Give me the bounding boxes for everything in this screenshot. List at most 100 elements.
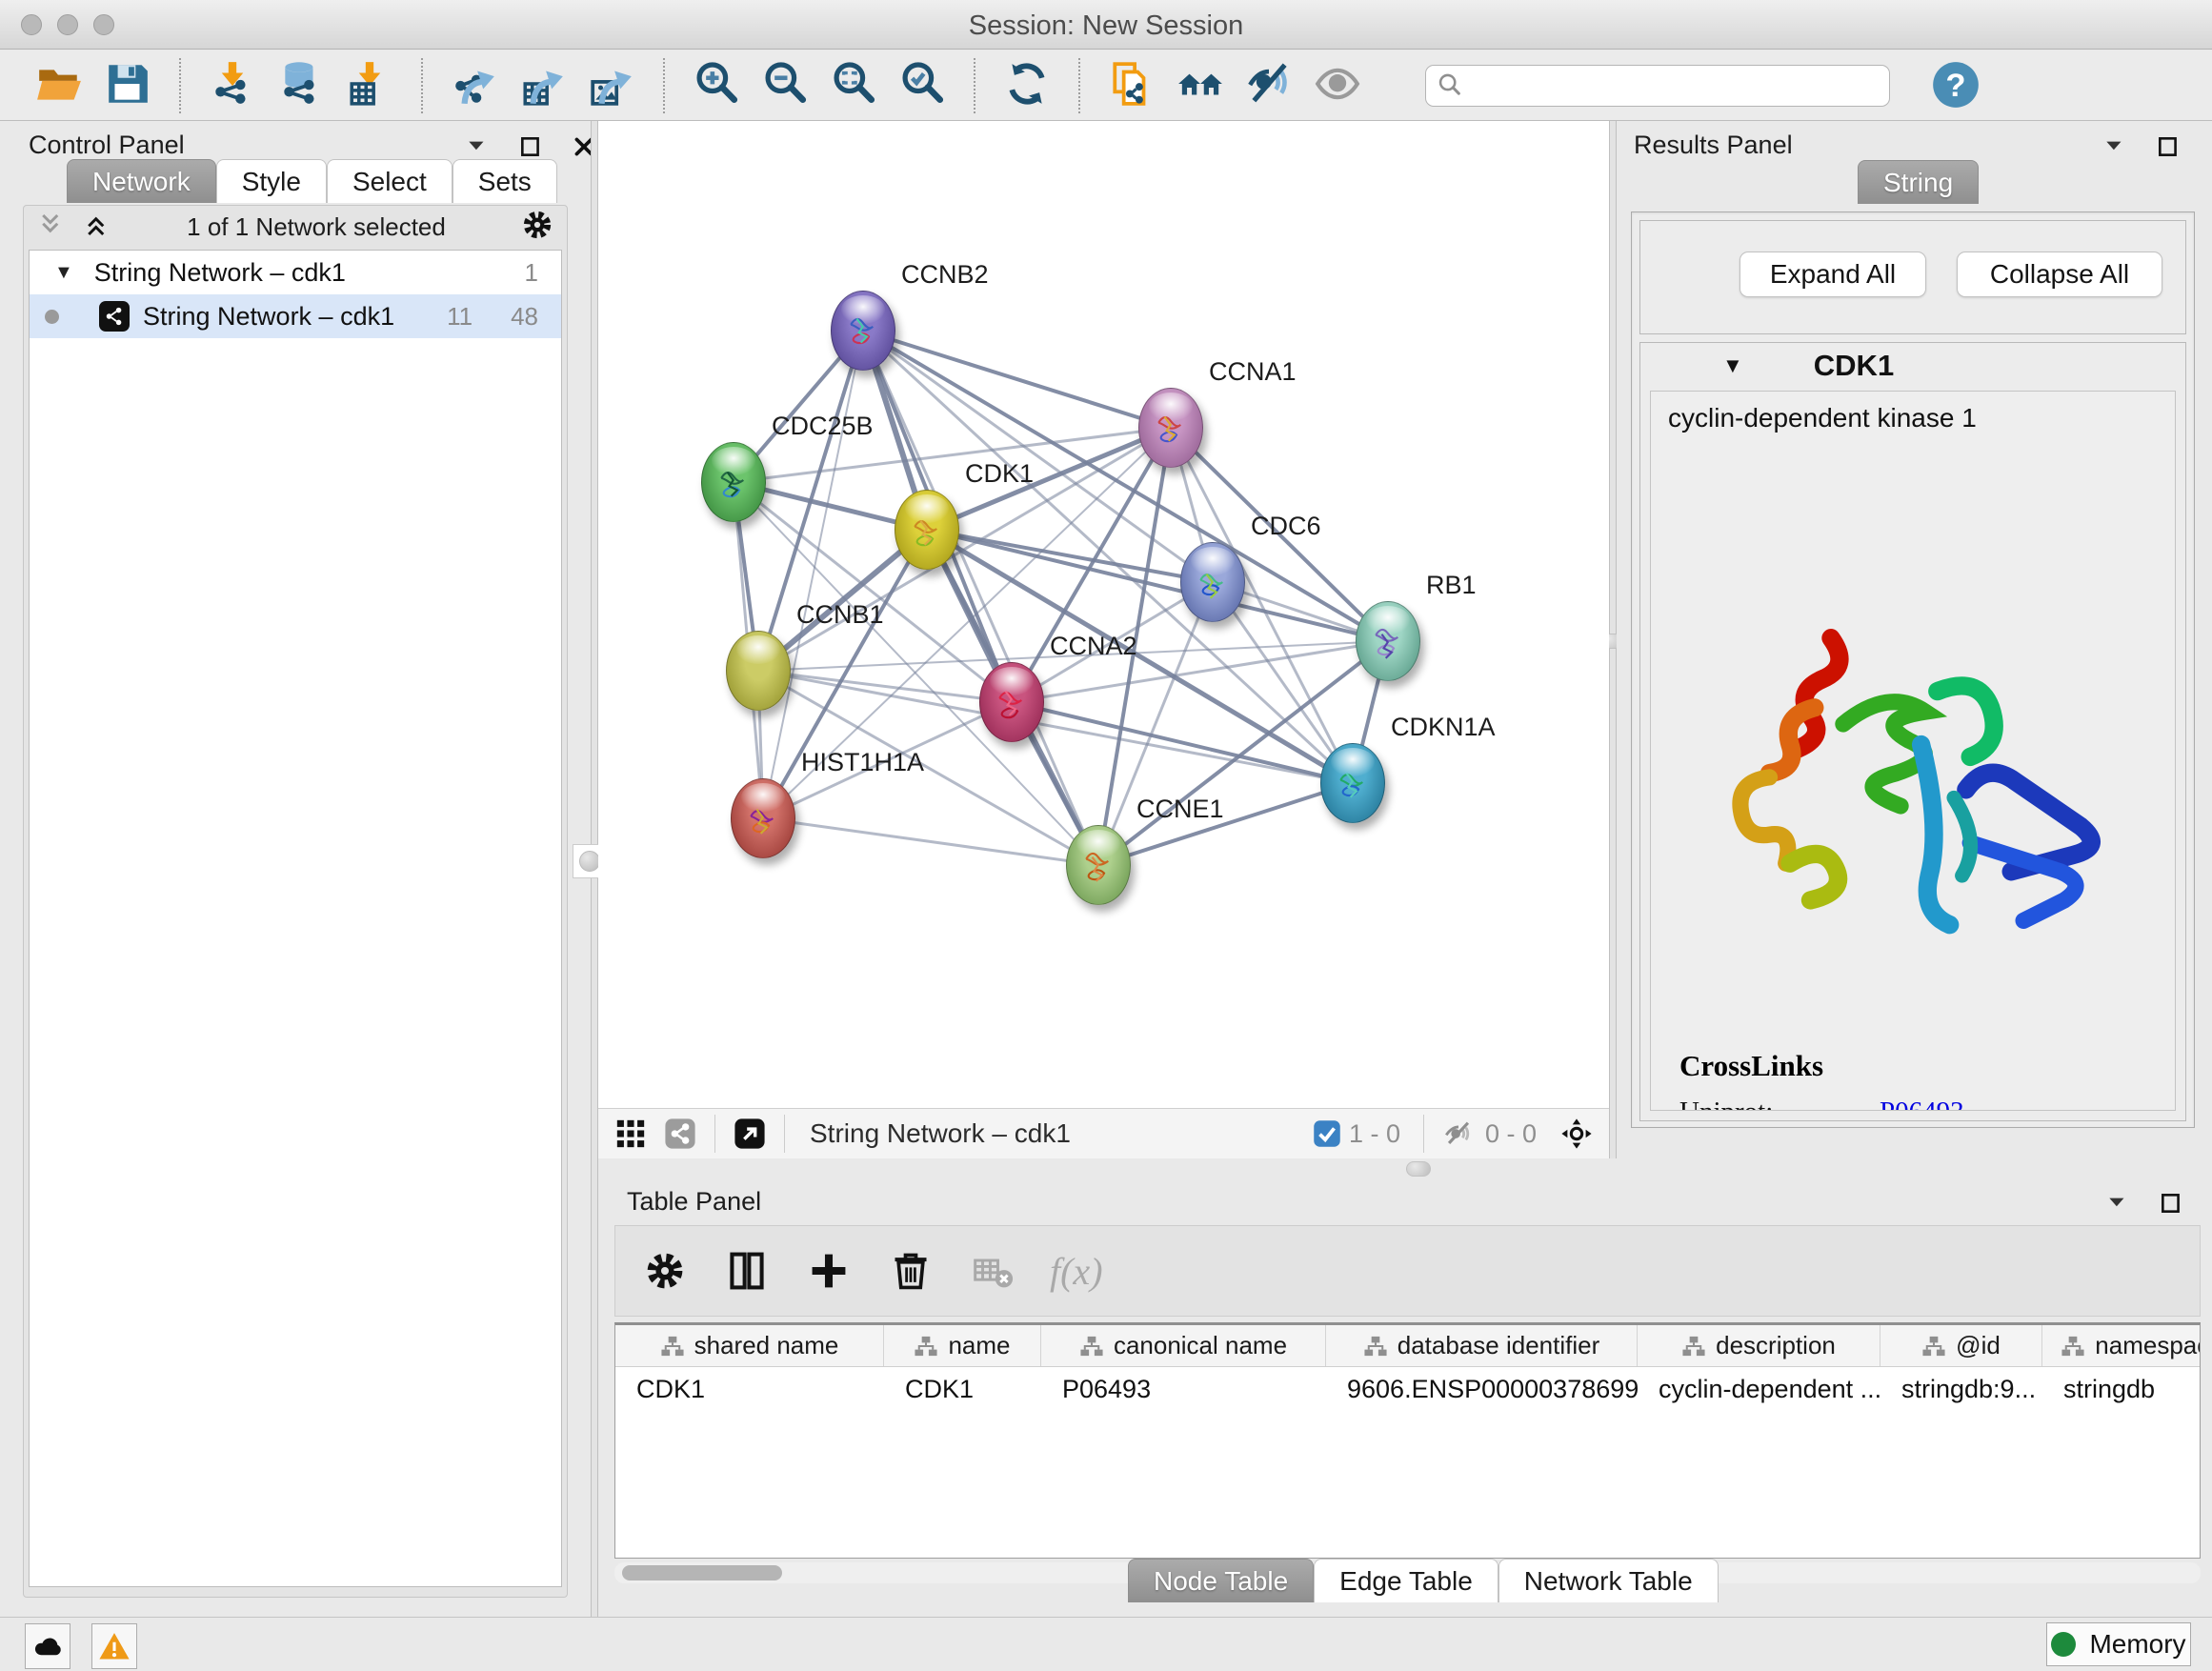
zoom-fit-button[interactable] [819,56,888,115]
column-header-database-identifier[interactable]: database identifier [1326,1325,1638,1366]
tab-edge-table[interactable]: Edge Table [1314,1559,1498,1602]
protein-structure-image [1708,601,2118,1011]
birds-eye-view-button[interactable] [1558,1115,1596,1153]
apply-layout-button[interactable] [993,56,1061,115]
tab-network[interactable]: Network [67,159,216,203]
tab-sets[interactable]: Sets [452,159,557,203]
zoom-selected-button[interactable] [888,56,956,115]
import-table-file-button[interactable] [335,56,404,115]
panel-menu-icon[interactable] [2101,132,2129,161]
node-table[interactable]: shared namenamecanonical namedatabase id… [614,1322,2201,1559]
collapse-triangle-icon[interactable]: ▼ [54,262,73,284]
first-neighbors-button[interactable] [1166,56,1235,115]
table-cell[interactable]: stringdb [2042,1367,2201,1411]
edge[interactable] [763,818,1098,865]
delete-table-icon [968,1246,1017,1296]
table-cell[interactable]: stringdb:9... [1880,1367,2042,1411]
open-file-button[interactable] [25,56,93,115]
tab-select[interactable]: Select [327,159,452,203]
panel-menu-icon[interactable] [2103,1189,2132,1218]
import-network-file-button[interactable] [198,56,267,115]
scrollbar-thumb[interactable] [622,1565,782,1580]
float-panel-icon[interactable] [2154,132,2182,161]
open-network-window-button[interactable] [731,1115,769,1153]
help-button[interactable]: ? [1930,60,1981,111]
column-header-shared-name[interactable]: shared name [615,1325,884,1366]
column-header--id[interactable]: @id [1880,1325,2042,1366]
collapse-triangle-icon[interactable]: ▼ [1722,353,1743,378]
network-icon-button[interactable] [661,1115,699,1153]
node-ccnb2[interactable] [831,291,895,371]
show-all-button[interactable] [1303,56,1372,115]
network-view-canvas[interactable]: CCNB2 CCNA1 CDC25B CDK1 CDC6 RB1CCNB1 [598,121,1609,1108]
export-table-button[interactable] [509,56,577,115]
edge[interactable] [863,331,1098,865]
tab-style[interactable]: Style [216,159,327,203]
expand-all-button[interactable]: Expand All [1739,252,1926,297]
edge[interactable] [927,530,1388,641]
export-network-button[interactable] [440,56,509,115]
edge[interactable] [1012,702,1353,783]
gene-section-header[interactable]: ▼ CDK1 [1640,343,2185,389]
network-options-gear-icon[interactable] [521,209,553,246]
horizontal-splitter[interactable] [598,1158,2212,1181]
crosslink-link[interactable]: P06493 [1880,1097,1964,1111]
tab-node-table[interactable]: Node Table [1128,1559,1314,1602]
search-input[interactable] [1425,65,1890,107]
zoom-in-button[interactable] [682,56,751,115]
table-options-gear-button[interactable] [640,1246,690,1296]
table-cell[interactable]: P06493 [1041,1367,1326,1411]
node-cdkn1a[interactable] [1320,743,1385,823]
hide-selected-button[interactable] [1235,56,1303,115]
create-column-button[interactable] [804,1246,854,1296]
memory-button[interactable]: Memory [2046,1622,2191,1666]
table-row[interactable]: CDK1CDK1P064939606.ENSP00000378699cyclin… [615,1367,2200,1411]
save-session-button[interactable] [93,56,162,115]
table-cell[interactable]: CDK1 [884,1367,1041,1411]
table-cell[interactable]: cyclin-dependent ... [1638,1367,1880,1411]
grid-view-button[interactable] [612,1115,650,1153]
column-header-name[interactable]: name [884,1325,1041,1366]
cloud-button[interactable] [25,1623,70,1669]
selected-checkbox[interactable] [1313,1119,1341,1148]
protein-thumbnail-icon [840,309,886,358]
table-cell[interactable]: CDK1 [615,1367,884,1411]
column-header-description[interactable]: description [1638,1325,1880,1366]
node-cdc6[interactable] [1180,542,1245,622]
node-ccne1[interactable] [1066,825,1131,905]
expand-all-networks-icon[interactable] [83,211,111,244]
close-panel-icon[interactable] [2207,132,2212,161]
network-manager: 1 of 1 Network selected ▼ String Network… [23,205,568,1598]
node-hist1h1a[interactable] [731,778,795,858]
collapse-all-networks-icon[interactable] [37,211,66,244]
tab-network-table[interactable]: Network Table [1498,1559,1719,1602]
edge[interactable] [863,331,1388,641]
export-image-button[interactable] [577,56,646,115]
network-collection-row[interactable]: ▼ String Network – cdk1 1 [30,251,561,294]
node-ccnb1[interactable] [726,631,791,711]
column-header-namespace[interactable]: namespace [2042,1325,2201,1366]
node-rb1[interactable] [1356,601,1420,681]
zoom-out-button[interactable] [751,56,819,115]
node-cdc25b[interactable] [701,442,766,522]
collapse-all-button[interactable]: Collapse All [1957,252,2162,297]
panel-menu-icon[interactable] [463,132,492,161]
edge[interactable] [863,331,1171,428]
show-columns-button[interactable] [722,1246,772,1296]
float-panel-icon[interactable] [2157,1189,2185,1218]
import-network-database-button[interactable] [267,56,335,115]
node-ccna1[interactable] [1138,388,1203,468]
delete-column-button[interactable] [886,1246,935,1296]
tab-string[interactable]: String [1858,160,1979,204]
table-cell[interactable]: 9606.ENSP00000378699 [1326,1367,1638,1411]
warnings-button[interactable] [91,1623,137,1669]
clone-network-button[interactable] [1097,56,1166,115]
import-network-file-icon [209,60,256,111]
edge[interactable] [758,671,1012,702]
horizontal-splitter-handle[interactable] [1406,1161,1431,1177]
column-header-canonical-name[interactable]: canonical name [1041,1325,1326,1366]
float-panel-icon[interactable] [516,132,545,161]
node-ccna2[interactable] [979,662,1044,742]
network-row[interactable]: String Network – cdk1 11 48 [30,294,561,338]
node-cdk1[interactable] [895,490,959,570]
